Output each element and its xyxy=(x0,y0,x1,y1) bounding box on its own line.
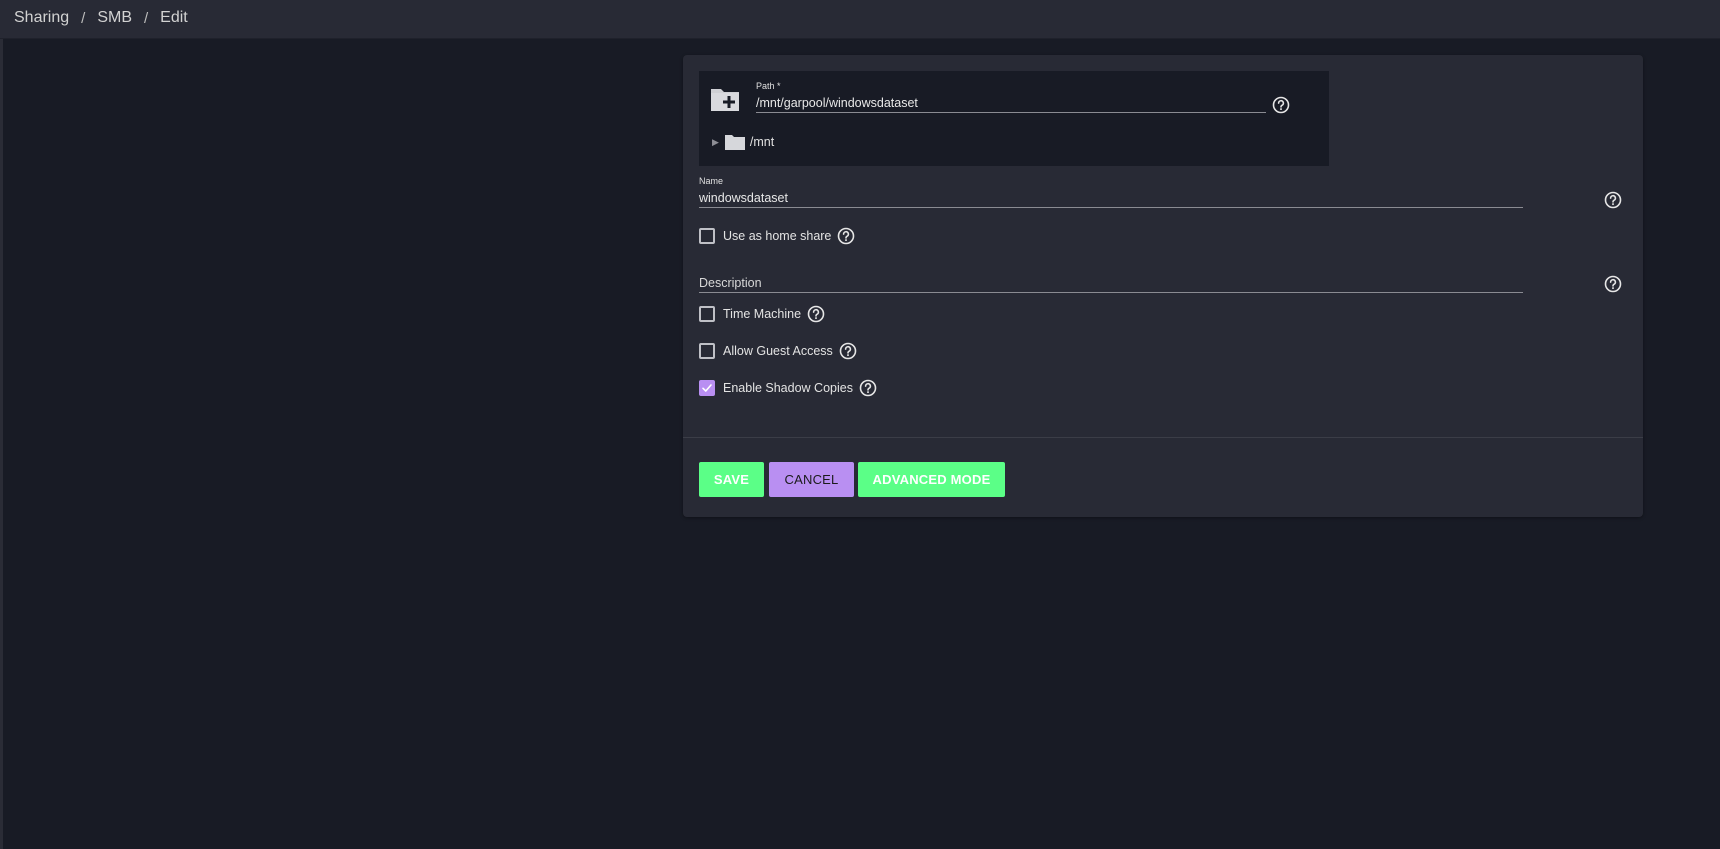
breadcrumb-smb[interactable]: SMB xyxy=(97,9,132,27)
path-help-icon[interactable] xyxy=(1272,96,1290,114)
breadcrumb-sharing[interactable]: Sharing xyxy=(14,9,69,27)
shadow-copies-label: Enable Shadow Copies xyxy=(723,381,853,395)
description-input[interactable] xyxy=(699,274,1523,293)
time-machine-checkbox[interactable] xyxy=(699,306,715,322)
home-share-checkbox[interactable] xyxy=(699,228,715,244)
cancel-button[interactable]: CANCEL xyxy=(769,462,854,497)
save-button[interactable]: SAVE xyxy=(699,462,764,497)
guest-access-label: Allow Guest Access xyxy=(723,344,833,358)
path-label: Path * xyxy=(756,81,781,91)
breadcrumb: Sharing / SMB / Edit xyxy=(14,9,188,27)
shadow-copies-checkbox-row[interactable]: Enable Shadow Copies xyxy=(699,379,877,397)
time-machine-label: Time Machine xyxy=(723,307,802,321)
form-divider xyxy=(683,437,1643,438)
top-bar: Sharing / SMB / Edit xyxy=(0,0,1720,39)
breadcrumb-separator: / xyxy=(144,9,149,27)
smb-edit-form-card: Path * ▶ /mnt Name Use as home share xyxy=(683,55,1643,517)
path-input[interactable] xyxy=(756,94,1266,113)
home-share-label: Use as home share xyxy=(723,229,832,243)
folder-icon xyxy=(724,135,745,150)
name-input[interactable] xyxy=(699,189,1523,208)
description-help-icon[interactable] xyxy=(1604,275,1622,293)
time-machine-checkbox-row[interactable]: Time Machine xyxy=(699,305,825,323)
folder-plus-icon[interactable] xyxy=(709,85,741,113)
shadow-copies-checkbox[interactable] xyxy=(699,380,715,396)
guest-access-help-icon[interactable] xyxy=(839,342,857,360)
path-explorer: Path * ▶ /mnt xyxy=(699,71,1329,166)
guest-access-checkbox[interactable] xyxy=(699,343,715,359)
left-edge-strip xyxy=(0,39,3,849)
name-label: Name xyxy=(699,176,724,186)
home-share-checkbox-row[interactable]: Use as home share xyxy=(699,227,855,245)
home-share-help-icon[interactable] xyxy=(837,227,855,245)
breadcrumb-separator: / xyxy=(81,9,86,27)
tree-node-mnt[interactable]: ▶ /mnt xyxy=(712,134,774,150)
time-machine-help-icon[interactable] xyxy=(807,305,825,323)
tree-node-label: /mnt xyxy=(749,135,775,149)
breadcrumb-edit: Edit xyxy=(160,9,188,26)
check-icon xyxy=(702,384,712,392)
shadow-copies-help-icon[interactable] xyxy=(859,379,877,397)
guest-access-checkbox-row[interactable]: Allow Guest Access xyxy=(699,342,857,360)
advanced-mode-button[interactable]: ADVANCED MODE xyxy=(858,462,1005,497)
triangle-right-icon[interactable]: ▶ xyxy=(712,137,719,148)
name-help-icon[interactable] xyxy=(1604,191,1622,209)
